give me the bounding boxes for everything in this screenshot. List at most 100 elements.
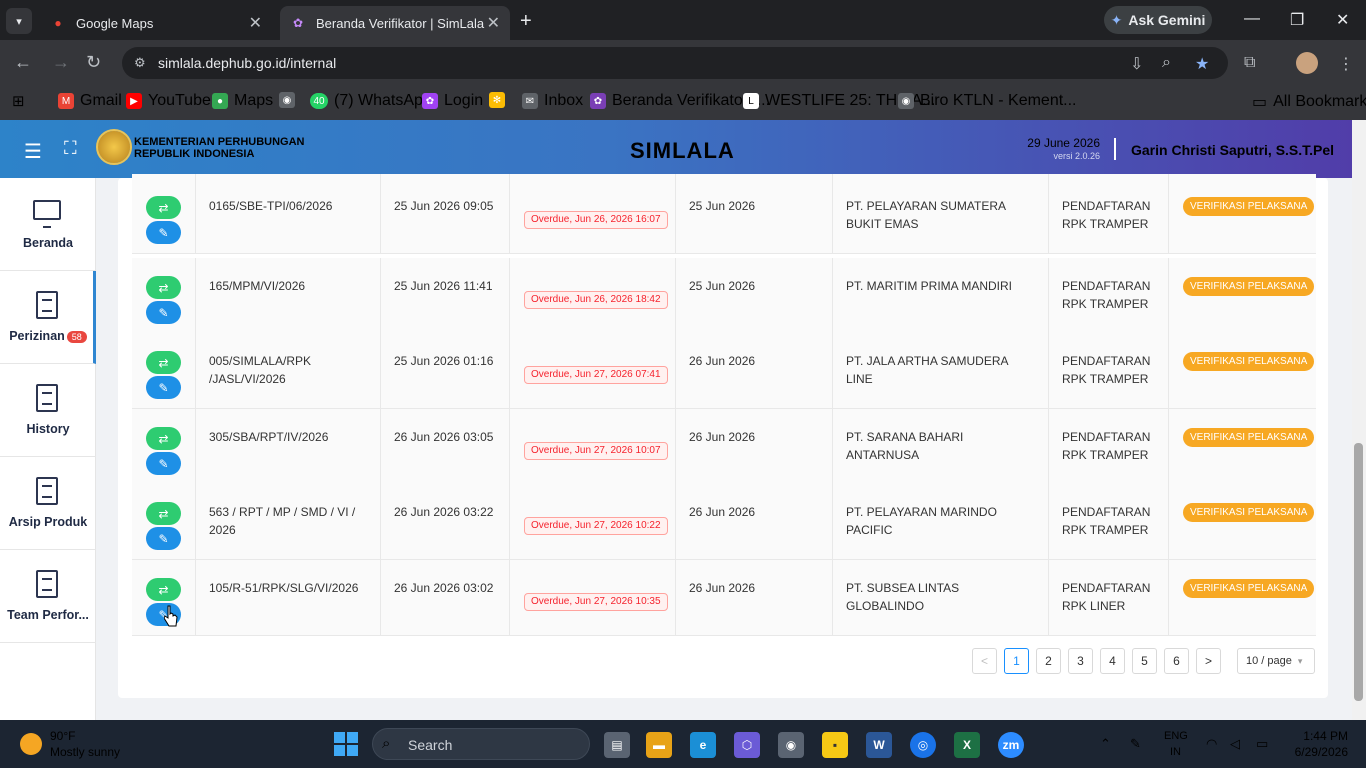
edit-button[interactable]: ✎ xyxy=(146,527,181,550)
disposition-button[interactable]: ⇄ xyxy=(146,276,181,299)
profile-avatar[interactable] xyxy=(1296,52,1318,74)
action-cell: ⇄ ✎ xyxy=(132,174,196,253)
taskbar-search-text[interactable]: Search xyxy=(408,737,452,753)
sidebar-item-team-performance[interactable]: Team Perfor... xyxy=(0,550,96,643)
zoom-icon[interactable]: ⌕ xyxy=(1162,54,1171,72)
edge-icon[interactable]: e xyxy=(690,732,716,758)
page-size-select[interactable]: 10 / page ▾ xyxy=(1237,648,1315,674)
permit-number: 005/SIMLALA/RPK /JASL/VI/2026 xyxy=(196,333,381,408)
org-name: KEMENTERIAN PERHUBUNGAN REPUBLIK INDONESI… xyxy=(134,136,305,160)
sidebar-item-arsip-produk[interactable]: Arsip Produk xyxy=(0,457,96,550)
tab-search-button[interactable]: ▾ xyxy=(6,8,32,34)
close-tab-icon[interactable]: ✕ xyxy=(249,13,262,33)
user-name[interactable]: Garin Christi Saputri, S.S.T.Pel xyxy=(1131,142,1334,158)
zoom-app-icon[interactable]: zm xyxy=(998,732,1024,758)
menu-kebab-icon[interactable]: ⋮ xyxy=(1338,54,1354,74)
fullscreen-icon[interactable]: ⛶ xyxy=(64,138,77,159)
permit-type: PENDAFTARAN RPK TRAMPER xyxy=(1049,484,1169,559)
sidebar-item-history[interactable]: History xyxy=(0,364,96,457)
excel-icon[interactable]: X xyxy=(954,732,980,758)
app-hex-icon[interactable]: ⬡ xyxy=(734,732,760,758)
bookmark-whatsapp[interactable]: 40 (7) WhatsApp xyxy=(310,92,432,110)
volume-mute-icon[interactable]: ◁ xyxy=(1230,736,1240,752)
page-3[interactable]: 3 xyxy=(1068,648,1093,674)
ask-gemini-button[interactable]: ✦ Ask Gemini xyxy=(1104,6,1212,34)
battery-icon[interactable]: ▭ xyxy=(1256,736,1268,752)
deadline-cell: Overdue, Jun 26, 2026 18:42 xyxy=(510,258,676,333)
bookmark-biro-ktln[interactable]: ◉ Biro KTLN - Kement... xyxy=(898,92,1077,110)
task-view-icon[interactable]: ▤ xyxy=(604,732,630,758)
clock-date[interactable]: 6/29/2026 xyxy=(1280,745,1348,759)
company-name: PT. MARITIM PRIMA MANDIRI xyxy=(833,258,1049,333)
new-tab-button[interactable]: + xyxy=(520,10,532,33)
bookmark-login[interactable]: ✿ Login xyxy=(422,92,483,110)
tab-google-maps[interactable]: ● Google Maps ✕ xyxy=(40,6,272,40)
edit-button[interactable]: ✎ xyxy=(146,221,181,244)
apps-grid-icon[interactable]: ⊞ xyxy=(12,92,25,110)
status-cell: VERIFIKASI PELAKSANA xyxy=(1169,258,1316,333)
camera-icon[interactable]: ◉ xyxy=(778,732,804,758)
install-app-icon[interactable]: ⇩ xyxy=(1130,54,1143,74)
url-text[interactable]: simlala.dephub.go.id/internal xyxy=(158,55,336,71)
close-window-icon[interactable]: ✕ xyxy=(1336,10,1349,30)
weather-desc[interactable]: Mostly sunny xyxy=(50,745,120,759)
tray-chevron-up-icon[interactable]: ⌃ xyxy=(1100,736,1111,752)
bookmark-inbox[interactable]: ✉ Inbox xyxy=(522,92,583,110)
disposition-button[interactable]: ⇄ xyxy=(146,196,181,219)
page-6[interactable]: 6 xyxy=(1164,648,1189,674)
bookmark-youtube[interactable]: ▶ YouTube xyxy=(126,92,211,110)
page-5[interactable]: 5 xyxy=(1132,648,1157,674)
next-page-button[interactable]: > xyxy=(1196,648,1221,674)
scrollbar-thumb[interactable] xyxy=(1354,443,1363,701)
weather-sun-icon[interactable] xyxy=(20,733,42,755)
site-info-icon[interactable]: ⚙ xyxy=(134,55,146,71)
bookmark-star-icon[interactable]: ★ xyxy=(1195,54,1209,74)
weather-temp[interactable]: 90°F xyxy=(50,729,75,743)
restore-icon[interactable]: ❐ xyxy=(1290,10,1304,30)
overdue-badge: Overdue, Jun 27, 2026 07:41 xyxy=(524,366,668,384)
forward-icon[interactable]: → xyxy=(52,52,70,73)
bookmark-maps[interactable]: ● Maps xyxy=(212,92,273,110)
windows-taskbar xyxy=(0,720,1366,768)
status-badge: VERIFIKASI PELAKSANA xyxy=(1183,428,1315,447)
disposition-button[interactable]: ⇄ xyxy=(146,351,181,374)
prev-page-button[interactable]: < xyxy=(972,648,997,674)
taskbar-search[interactable] xyxy=(372,728,590,760)
edit-button[interactable]: ✎ xyxy=(146,376,181,399)
page-4[interactable]: 4 xyxy=(1100,648,1125,674)
bookmark-globe[interactable]: ◉ xyxy=(279,92,295,108)
minimize-icon[interactable]: — xyxy=(1244,10,1260,28)
language-indicator[interactable]: ENG xyxy=(1164,730,1188,742)
word-icon[interactable]: W xyxy=(866,732,892,758)
action-cell: ⇄ ✎ xyxy=(132,484,196,559)
sidebar-item-beranda[interactable]: Beranda xyxy=(0,178,96,271)
document-icon xyxy=(36,384,58,412)
windows-start-icon[interactable] xyxy=(334,732,358,756)
page-2[interactable]: 2 xyxy=(1036,648,1061,674)
bookmark-gmail[interactable]: M Gmail xyxy=(58,92,122,110)
clock-time[interactable]: 1:44 PM xyxy=(1290,729,1348,743)
edit-button[interactable]: ✎ xyxy=(146,452,181,475)
sidebar-item-perizinan[interactable]: Perizinan 58 xyxy=(0,271,96,364)
language-sub[interactable]: IN xyxy=(1170,746,1181,758)
tab-title: Google Maps xyxy=(76,15,154,31)
wifi-icon[interactable]: ◠ xyxy=(1206,736,1217,752)
back-icon[interactable]: ← xyxy=(14,52,32,73)
hamburger-menu-icon[interactable]: ☰ xyxy=(24,139,42,164)
file-explorer-icon[interactable]: ▬ xyxy=(646,732,672,758)
chrome-icon[interactable]: ◎ xyxy=(910,732,936,758)
all-bookmarks[interactable]: ▭ All Bookmarks xyxy=(1252,92,1366,112)
edit-button[interactable]: ✎ xyxy=(146,301,181,324)
reload-icon[interactable]: ↻ xyxy=(86,52,101,73)
tab-simlala[interactable]: ✿ Beranda Verifikator | SimLala ✕ xyxy=(280,6,510,40)
sticky-notes-icon[interactable]: ▪ xyxy=(822,732,848,758)
pen-icon[interactable]: ✎ xyxy=(1130,736,1141,752)
page-1[interactable]: 1 xyxy=(1004,648,1029,674)
youtube-icon: ▶ xyxy=(126,93,142,109)
close-tab-icon[interactable]: ✕ xyxy=(487,13,500,33)
extensions-icon[interactable]: ⧉ xyxy=(1244,54,1255,72)
disposition-button[interactable]: ⇄ xyxy=(146,502,181,525)
disposition-button[interactable]: ⇄ xyxy=(146,578,181,601)
bookmark-pinwheel[interactable]: ✻ xyxy=(489,92,505,108)
disposition-button[interactable]: ⇄ xyxy=(146,427,181,450)
